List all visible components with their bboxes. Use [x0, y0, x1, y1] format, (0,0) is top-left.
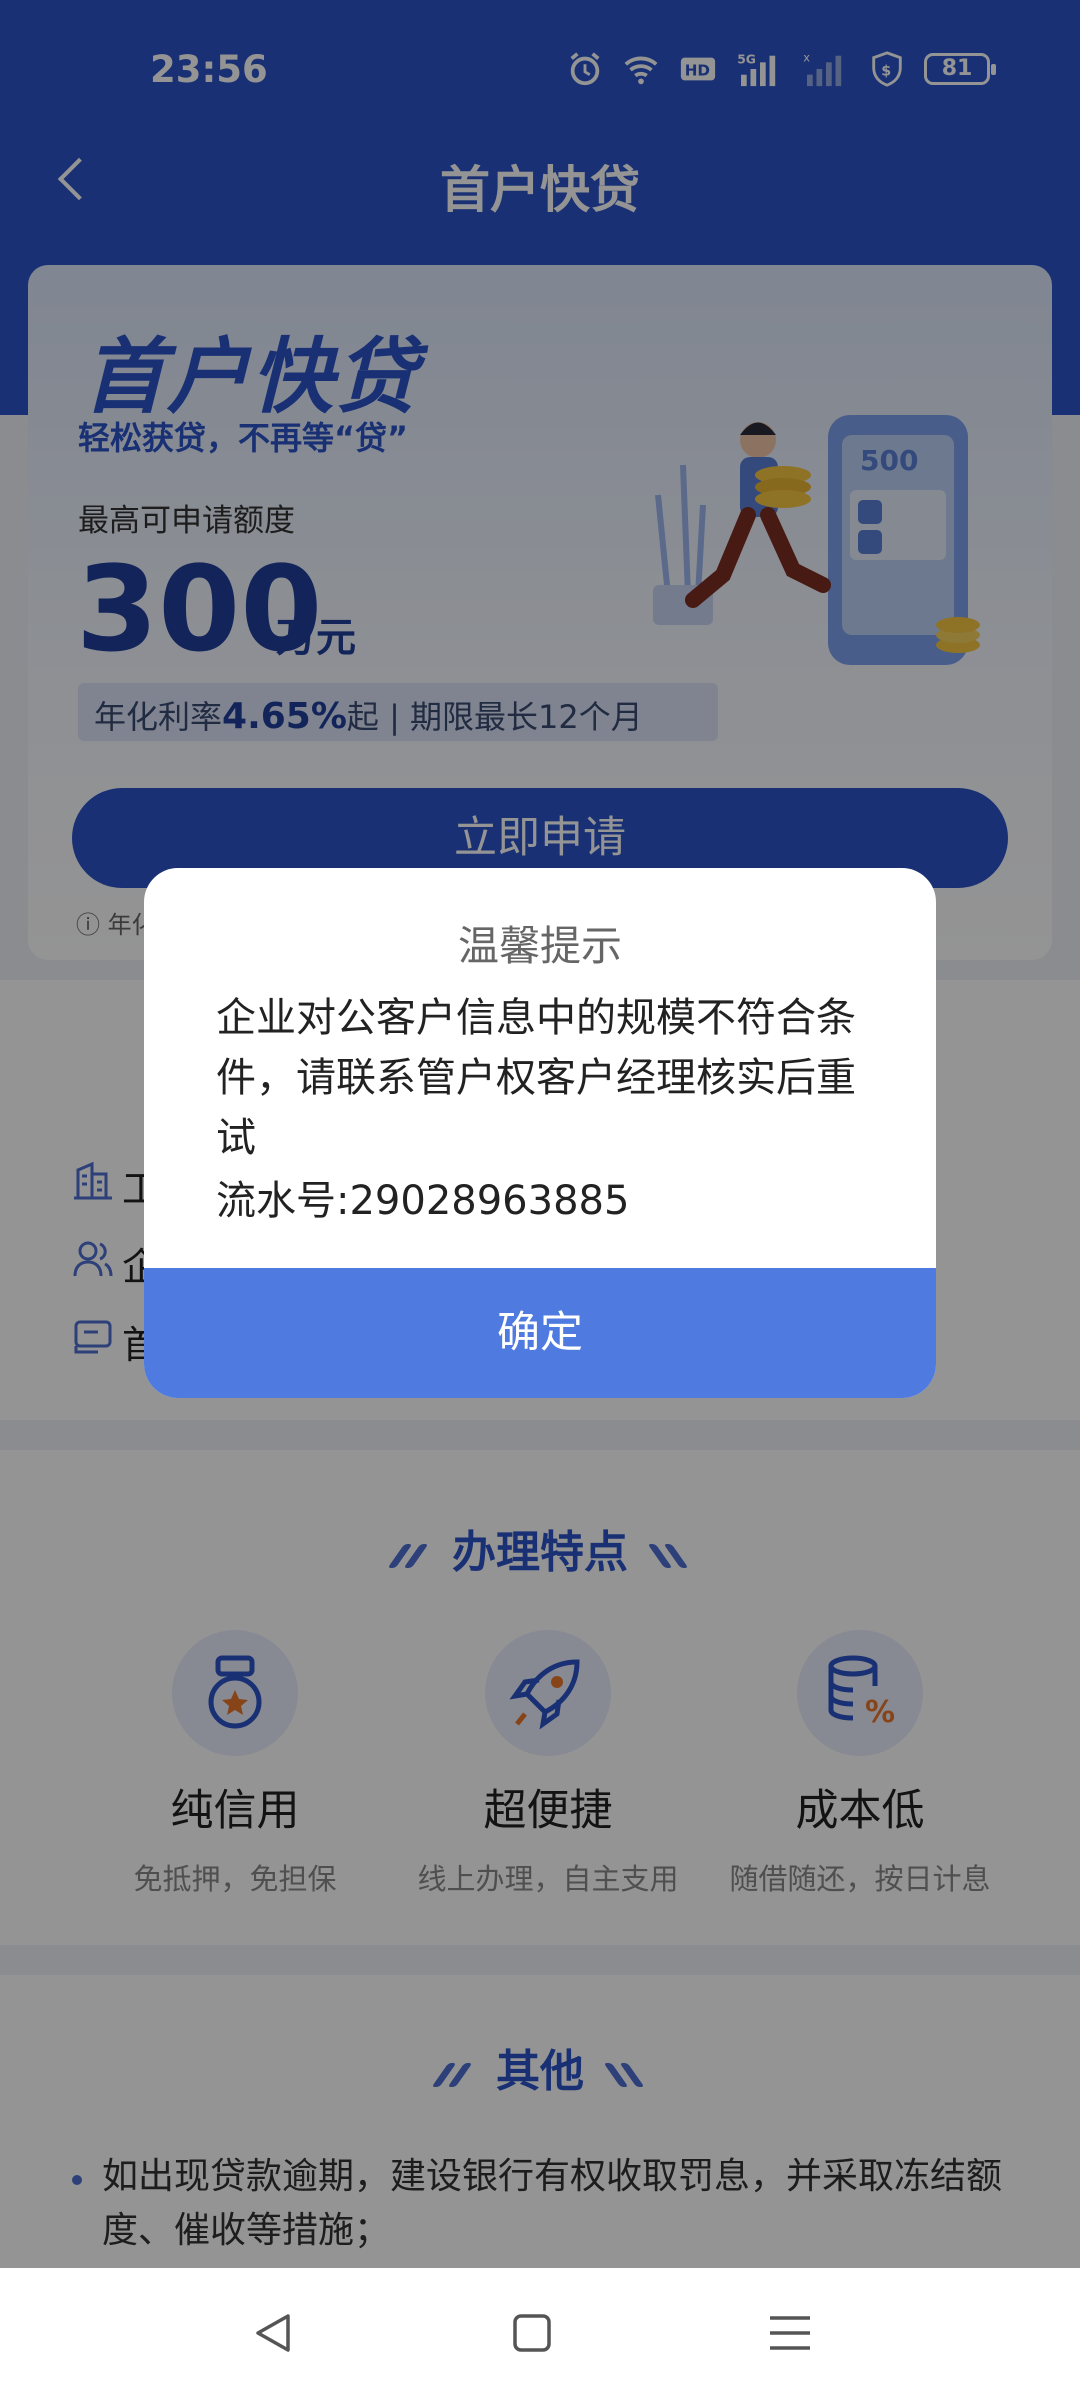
- dialog-message: 企业对公客户信息中的规模不符合条件，请联系管户权客户经理核实后重试: [216, 995, 856, 1161]
- nav-menu-icon[interactable]: [760, 2308, 820, 2358]
- system-nav-bar: [0, 2268, 1080, 2400]
- dialog-serial-number: 流水号:29028963885: [216, 1178, 630, 1224]
- nav-back-icon[interactable]: [244, 2308, 304, 2358]
- dialog-title: 温馨提示: [458, 922, 622, 970]
- alert-dialog: 温馨提示 企业对公客户信息中的规模不符合条件，请联系管户权客户经理核实后重试 流…: [144, 868, 936, 1398]
- confirm-button[interactable]: 确定: [144, 1268, 936, 1398]
- nav-home-icon[interactable]: [502, 2308, 562, 2358]
- page: 23:56 HD 5G x $ 81 首户快贷 首户快贷 轻松获贷，不再等“贷”…: [0, 0, 1080, 2400]
